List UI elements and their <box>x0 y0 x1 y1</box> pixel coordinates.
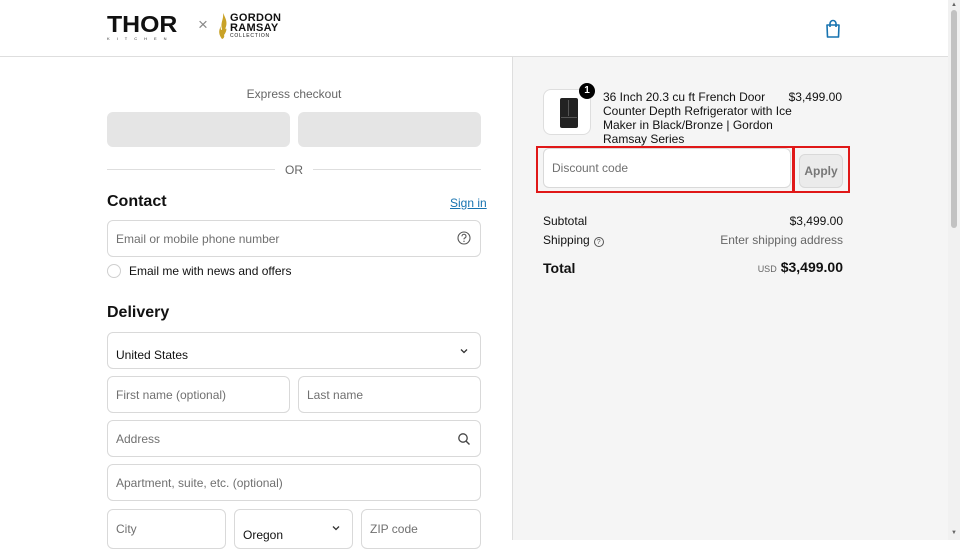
newsletter-label: Email me with news and offers <box>129 264 292 278</box>
search-icon <box>458 433 470 445</box>
apartment-field[interactable]: Apartment, suite, etc. (optional) <box>107 464 481 501</box>
product-price: $3,499.00 <box>788 90 842 104</box>
last-name-placeholder: Last name <box>307 387 364 402</box>
chevron-down-icon <box>332 526 340 531</box>
address-field[interactable]: Address <box>107 420 481 457</box>
express-pay-button-2[interactable] <box>298 112 481 147</box>
newsletter-checkbox[interactable] <box>107 264 121 278</box>
shipping-value: Enter shipping address <box>720 233 843 247</box>
product-name: 36 Inch 20.3 cu ft French Door Counter D… <box>603 90 792 146</box>
thor-logo-text: THOR <box>107 11 178 37</box>
shipping-row: Shipping? Enter shipping address <box>543 233 843 247</box>
thor-kitchen-logo[interactable]: THOR KITCHEN <box>107 13 189 42</box>
city-field[interactable]: City <box>107 509 226 549</box>
apply-discount-button[interactable]: Apply <box>799 154 843 188</box>
email-field[interactable]: Email or mobile phone number <box>107 220 481 257</box>
country-select[interactable]: United States <box>107 332 481 369</box>
shipping-label: Shipping <box>543 233 590 247</box>
discount-code-field[interactable]: Discount code <box>543 148 791 188</box>
last-name-field[interactable]: Last name <box>298 376 481 413</box>
contact-heading: Contact <box>107 193 167 210</box>
country-value: United States <box>116 348 189 362</box>
refrigerator-image <box>560 98 578 128</box>
shopping-bag-icon[interactable] <box>824 19 842 39</box>
zip-field[interactable]: ZIP code <box>361 509 481 549</box>
shipping-help-icon[interactable]: ? <box>593 237 604 247</box>
total-row: Total USD $3,499.00 <box>543 259 843 276</box>
currency-code: USD <box>757 264 777 274</box>
total-value: $3,499.00 <box>780 259 843 275</box>
scroll-up-arrow-icon[interactable]: ▲ <box>951 2 957 8</box>
first-name-placeholder: First name (optional) <box>116 387 227 402</box>
header: THOR KITCHEN × GORDON RAMSAY COLLECTION <box>0 0 948 57</box>
gr-logo-line2: RAMSAY <box>230 22 279 34</box>
delivery-heading: Delivery <box>107 304 170 321</box>
flame-icon <box>219 13 227 39</box>
gordon-ramsay-logo[interactable]: GORDON RAMSAY COLLECTION <box>218 13 281 39</box>
subtotal-value: $3,499.00 <box>789 214 843 228</box>
newsletter-option[interactable]: Email me with news and offers <box>107 264 292 278</box>
brand-separator: × <box>198 15 208 34</box>
city-placeholder: City <box>116 522 137 536</box>
page-scrollbar[interactable]: ▲ ▼ <box>948 0 960 540</box>
chevron-down-icon <box>460 349 468 354</box>
quantity-badge: 1 <box>579 83 595 99</box>
or-divider: OR <box>107 162 481 177</box>
apartment-placeholder: Apartment, suite, etc. (optional) <box>116 475 283 490</box>
discount-placeholder: Discount code <box>552 161 629 175</box>
total-label: Total <box>543 260 576 276</box>
address-placeholder: Address <box>116 431 161 446</box>
order-summary: 1 36 Inch 20.3 cu ft French Door Counter… <box>512 57 948 540</box>
first-name-field[interactable]: First name (optional) <box>107 376 290 413</box>
scroll-down-arrow-icon[interactable]: ▼ <box>951 530 957 536</box>
zip-placeholder: ZIP code <box>370 522 418 536</box>
help-circle-icon[interactable] <box>457 231 471 245</box>
checkout-form: Express checkout OR Contact Sign in Emai… <box>0 57 512 549</box>
sign-in-link[interactable]: Sign in <box>450 196 487 210</box>
subtotal-row: Subtotal $3,499.00 <box>543 214 843 228</box>
state-select[interactable]: Oregon <box>234 509 353 549</box>
or-label: OR <box>285 163 303 177</box>
express-checkout-title: Express checkout <box>246 87 342 101</box>
subtotal-label: Subtotal <box>543 214 588 228</box>
express-pay-button-1[interactable] <box>107 112 290 147</box>
email-placeholder: Email or mobile phone number <box>116 231 280 246</box>
scrollbar-thumb[interactable] <box>951 10 957 228</box>
